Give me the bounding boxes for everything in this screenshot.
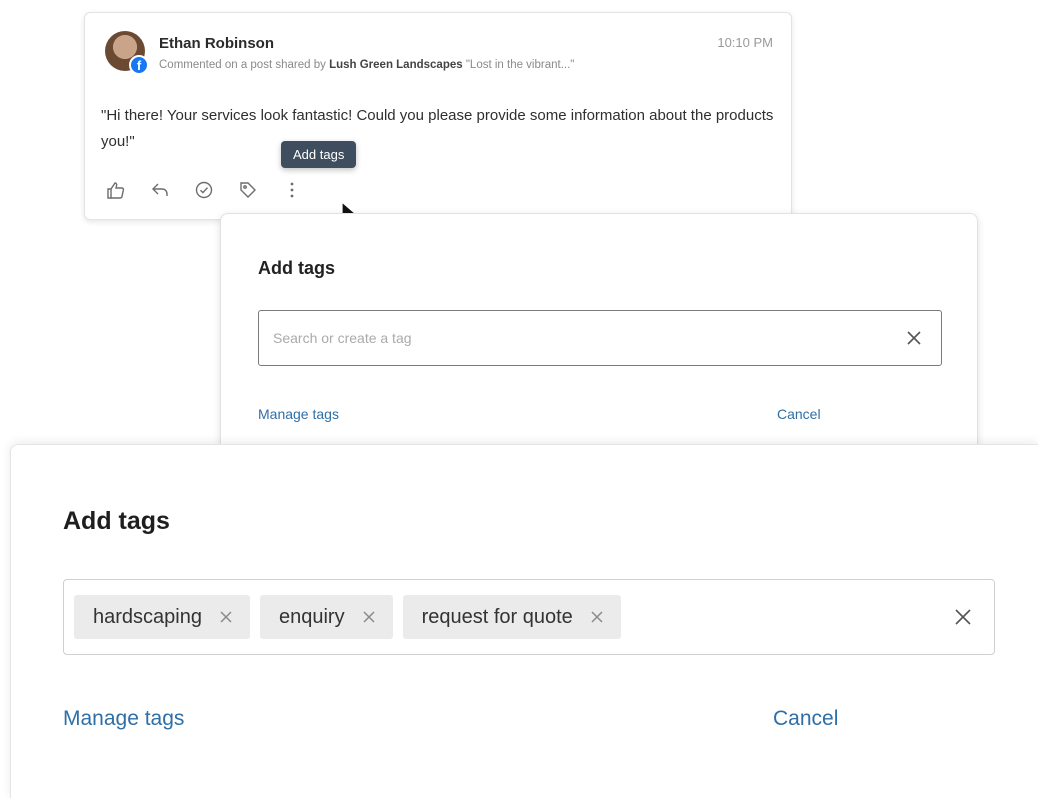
like-icon[interactable] [103,177,129,203]
clear-icon[interactable] [901,325,927,351]
add-tags-tooltip: Add tags [281,141,357,168]
remove-tag-icon[interactable] [587,607,607,627]
cancel-button[interactable]: Cancel [777,406,821,422]
tag-chip-list: hardscaping enquiry request for quote [74,595,621,639]
manage-tags-link[interactable]: Manage tags [63,707,184,731]
avatar[interactable]: f [105,31,149,75]
add-tags-dialog-large: Add tags hardscaping enquiry request for… [10,444,1038,798]
activity-prefix: Commented on a post shared by [159,59,326,71]
tag-input-field[interactable]: hardscaping enquiry request for quote [63,579,995,655]
comment-actions [103,177,305,203]
tag-chip-label: hardscaping [93,605,202,628]
clear-icon[interactable] [948,602,978,632]
activity-line: Commented on a post shared by Lush Green… [159,59,574,71]
page-name-link[interactable]: Lush Green Landscapes [329,59,463,71]
post-snippet[interactable]: "Lost in the vibrant..." [466,59,575,71]
tag-chip: request for quote [402,595,621,639]
cancel-button[interactable]: Cancel [773,707,838,731]
dialog-title: Add tags [63,507,170,535]
manage-tags-link[interactable]: Manage tags [258,406,339,422]
check-icon[interactable] [191,177,217,203]
tag-search-field[interactable] [258,310,942,366]
tag-icon[interactable] [235,177,261,203]
tag-chip-label: request for quote [421,605,573,628]
more-icon[interactable] [279,177,305,203]
tag-chip-label: enquiry [278,605,345,628]
add-tags-dialog-small: Add tags Manage tags Cancel [220,213,978,453]
tag-chip: enquiry [259,595,393,639]
post-card: f Ethan Robinson 10:10 PM Commented on a… [84,12,792,225]
comment-text: "Hi there! Your services look fantastic!… [101,107,774,150]
dialog-title: Add tags [258,258,336,278]
author-name[interactable]: Ethan Robinson [159,35,274,52]
tag-search-input[interactable] [271,325,871,351]
reply-icon[interactable] [147,177,173,203]
remove-tag-icon[interactable] [216,607,236,627]
tag-chip: hardscaping [74,595,250,639]
facebook-icon: f [129,55,149,75]
remove-tag-icon[interactable] [359,607,379,627]
timestamp: 10:10 PM [717,35,773,50]
